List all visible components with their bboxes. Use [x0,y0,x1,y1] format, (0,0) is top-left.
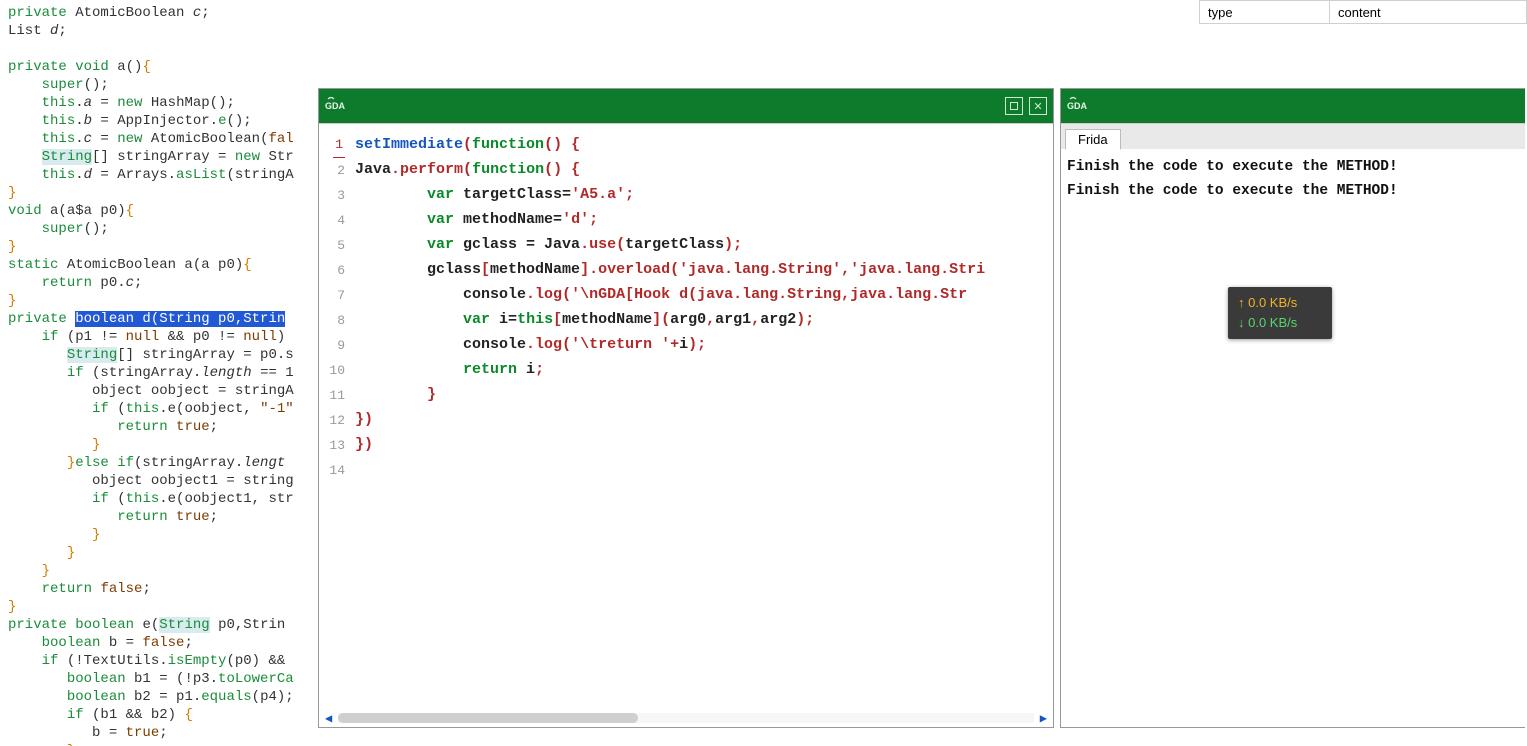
editor-titlebar[interactable]: GDA [319,89,1053,123]
output-panel: GDA Frida Finish the code to execute the… [1060,88,1525,728]
net-upload: ↑ 0.0 KB/s [1238,293,1322,313]
output-titlebar[interactable]: GDA [1061,89,1525,123]
script-editor-panel: GDA 1234567891011121314 setImmediate(fun… [318,88,1054,728]
gda-logo-icon: GDA [325,95,347,117]
info-table-col-type[interactable]: type [1200,1,1330,24]
info-table-col-content[interactable]: content [1330,1,1527,24]
info-table: type content [1199,0,1527,24]
gda-logo-icon: GDA [1067,95,1089,117]
tab-frida[interactable]: Frida [1065,129,1121,150]
maximize-icon[interactable] [1005,97,1023,115]
code-area[interactable]: setImmediate(function() { Java.perform(f… [351,124,1053,709]
scroll-right-icon[interactable]: ▶ [1040,711,1047,726]
network-speed-overlay: ↑ 0.0 KB/s ↓ 0.0 KB/s [1228,287,1332,339]
panel-handle-icon[interactable] [1509,97,1519,115]
line-gutter: 1234567891011121314 [319,124,351,709]
close-icon[interactable] [1029,97,1047,115]
scroll-thumb[interactable] [338,713,638,723]
output-log[interactable]: Finish the code to execute the METHOD! F… [1061,149,1525,727]
output-tabstrip: Frida [1061,123,1525,149]
svg-text:GDA: GDA [325,101,346,111]
net-download: ↓ 0.0 KB/s [1238,313,1322,333]
scroll-track[interactable] [338,713,1034,723]
editor-body: 1234567891011121314 setImmediate(functio… [319,123,1053,709]
horizontal-scrollbar[interactable]: ◀ ▶ [319,709,1053,727]
scroll-left-icon[interactable]: ◀ [325,711,332,726]
svg-text:GDA: GDA [1067,101,1088,111]
